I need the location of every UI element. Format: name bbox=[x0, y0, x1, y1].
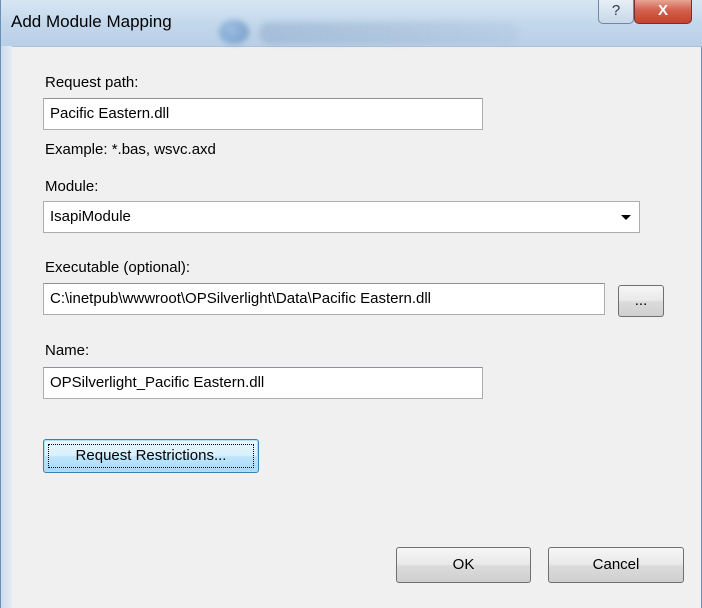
request-path-input[interactable]: Pacific Eastern.dll bbox=[43, 98, 483, 130]
background-window-ghost bbox=[259, 22, 519, 44]
focus-rectangle bbox=[48, 444, 254, 468]
cancel-button[interactable]: Cancel bbox=[548, 547, 684, 583]
ok-button-label: OK bbox=[452, 556, 475, 573]
module-select-value: IsapiModule bbox=[50, 208, 131, 225]
help-button[interactable]: ? bbox=[598, 0, 634, 24]
module-select[interactable]: IsapiModule bbox=[43, 201, 640, 233]
module-label: Module: bbox=[45, 178, 99, 195]
close-icon: X bbox=[657, 2, 668, 19]
background-globe-icon bbox=[219, 20, 249, 44]
ok-button[interactable]: OK bbox=[396, 547, 531, 583]
close-button[interactable]: X bbox=[634, 0, 692, 24]
name-input[interactable]: OPSilverlight_Pacific Eastern.dll bbox=[43, 367, 483, 399]
request-path-example: Example: *.bas, wsvc.axd bbox=[45, 141, 216, 158]
cancel-button-label: Cancel bbox=[592, 556, 640, 573]
title-bar[interactable]: Add Module Mapping ? X bbox=[1, 0, 702, 47]
help-icon: ? bbox=[611, 2, 621, 19]
background-window-edge bbox=[1, 46, 12, 608]
add-module-mapping-dialog: Add Module Mapping ? X Request path: Pac… bbox=[0, 0, 702, 608]
browse-button[interactable]: ... bbox=[618, 285, 664, 317]
executable-input[interactable]: C:\inetpub\wwwroot\OPSilverlight\Data\Pa… bbox=[43, 283, 605, 315]
browse-button-label: ... bbox=[634, 292, 648, 309]
window-title: Add Module Mapping bbox=[11, 12, 172, 31]
chevron-down-icon bbox=[621, 215, 631, 220]
request-restrictions-button[interactable]: Request Restrictions... bbox=[43, 439, 259, 473]
request-path-label: Request path: bbox=[45, 74, 139, 91]
executable-label: Executable (optional): bbox=[45, 259, 191, 276]
name-label: Name: bbox=[45, 342, 90, 359]
